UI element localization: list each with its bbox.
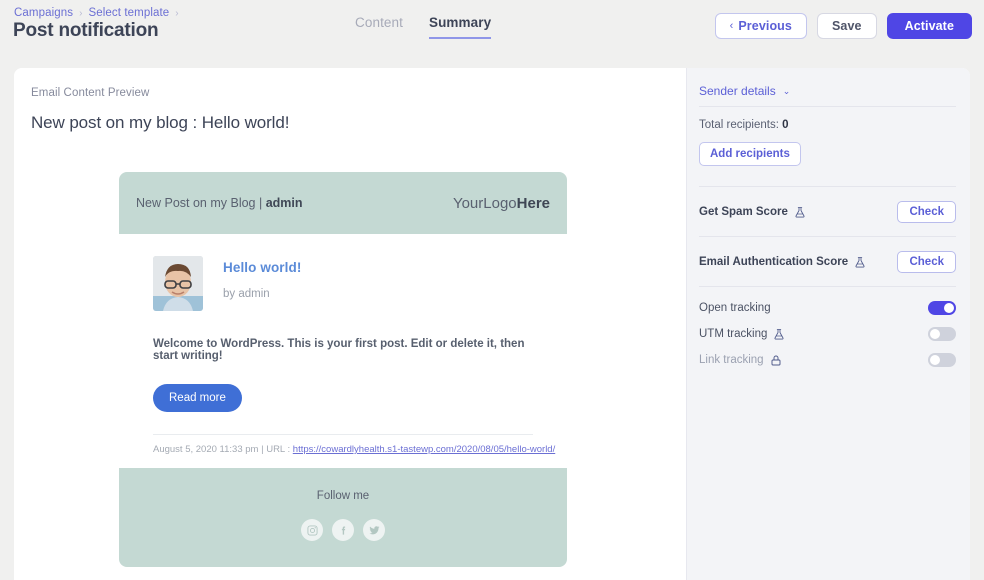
breadcrumb-separator-2: › [175, 7, 179, 19]
utm-tracking-row: UTM tracking [699, 321, 956, 347]
flask-icon [773, 328, 785, 341]
twitter-icon[interactable] [363, 519, 385, 541]
save-button[interactable]: Save [816, 13, 877, 39]
activate-button[interactable]: Activate [886, 13, 972, 39]
flask-icon [854, 256, 866, 269]
read-more-button[interactable]: Read more [153, 384, 242, 412]
total-recipients: Total recipients: 0 [699, 107, 956, 131]
link-tracking-row: Link tracking [699, 347, 956, 373]
spam-score-label: Get Spam Score [699, 206, 788, 218]
spam-score-row: Get Spam Score Check [699, 187, 956, 236]
post-author: by admin [223, 288, 270, 300]
total-recipients-value: 0 [782, 119, 789, 131]
post-footer-date: August 5, 2020 11:33 pm | URL : [153, 444, 293, 455]
page-title: Post notification [13, 20, 159, 41]
main-card: Email Content Preview New post on my blo… [14, 68, 970, 580]
post-excerpt: Welcome to WordPress. This is your first… [153, 338, 525, 362]
social-links [119, 519, 567, 541]
email-logo-bold: Here [516, 194, 550, 212]
breadcrumb-separator-1: › [79, 7, 83, 19]
post-footer-url[interactable]: https://cowardlyhealth.s1-tastewp.com/20… [293, 444, 555, 455]
email-header-band: New Post on my Blog | admin YourLogoHere [119, 172, 567, 234]
previous-button-label: Previous [738, 19, 792, 33]
total-recipients-label: Total recipients: [699, 119, 783, 131]
post-meta: Hello world! by admin [223, 256, 301, 300]
breadcrumb-campaigns[interactable]: Campaigns [14, 7, 73, 19]
lock-icon [770, 354, 782, 367]
email-preview-pane: Email Content Preview New post on my blo… [14, 68, 687, 580]
link-tracking-label-group: Link tracking [699, 354, 782, 367]
email-header-author: admin [265, 196, 303, 210]
avatar [153, 256, 203, 311]
settings-pane: Sender details ⌄ Total recipients: 0 Add… [687, 68, 970, 580]
chevron-down-icon: ⌄ [782, 85, 791, 96]
post-header: Hello world! by admin [136, 256, 550, 311]
email-logo-light: YourLogo [452, 194, 517, 212]
open-tracking-label-group: Open tracking [699, 302, 771, 314]
open-tracking-row: Open tracking [699, 295, 956, 321]
link-tracking-label: Link tracking [699, 354, 764, 366]
tab-summary[interactable]: Summary [428, 15, 492, 39]
tab-content[interactable]: Content [355, 15, 403, 37]
utm-tracking-label-group: UTM tracking [699, 328, 785, 341]
post-footer: August 5, 2020 11:33 pm | URL : https://… [136, 435, 555, 468]
tab-bar: Content Summary [355, 15, 492, 39]
email-auth-score-label-group: Email Authentication Score [699, 256, 866, 269]
instagram-icon[interactable] [301, 519, 323, 541]
sender-details-label: Sender details [699, 84, 776, 98]
email-header-title-text: New Post on my Blog | [136, 196, 266, 210]
link-tracking-toggle[interactable] [928, 353, 956, 367]
facebook-icon[interactable] [332, 519, 354, 541]
previous-button[interactable]: ‹ Previous [714, 13, 807, 39]
follow-me-label: Follow me [316, 490, 370, 502]
preview-label: Email Content Preview [31, 87, 150, 99]
utm-tracking-toggle[interactable] [928, 327, 956, 341]
email-logo: YourLogoHere [453, 195, 550, 212]
flask-icon [794, 206, 806, 219]
add-recipients-button[interactable]: Add recipients [699, 142, 801, 166]
email-header-title: New Post on my Blog | admin [136, 196, 303, 210]
breadcrumb-select-template[interactable]: Select template [89, 7, 170, 19]
open-tracking-toggle[interactable] [928, 301, 956, 315]
utm-tracking-label: UTM tracking [699, 328, 768, 340]
open-tracking-label: Open tracking [699, 302, 771, 314]
email-auth-score-label: Email Authentication Score [699, 256, 849, 268]
preview-subject: New post on my blog : Hello world! [31, 113, 290, 132]
spam-score-label-group: Get Spam Score [699, 206, 806, 219]
spam-score-check-button[interactable]: Check [897, 201, 956, 223]
email-auth-check-button[interactable]: Check [897, 251, 956, 273]
email-body: Hello world! by admin Welcome to WordPre… [119, 234, 567, 468]
email-auth-score-row: Email Authentication Score Check [699, 237, 956, 286]
email-mock: New Post on my Blog | admin YourLogoHere [119, 172, 567, 567]
post-title[interactable]: Hello world! [223, 260, 301, 275]
chevron-left-icon: ‹ [729, 20, 734, 32]
top-action-buttons: ‹ Previous Save Activate [714, 13, 972, 39]
top-bar: Campaigns › Select template › Post notif… [0, 0, 984, 58]
breadcrumb: Campaigns › Select template › [14, 7, 179, 19]
sender-details-toggle[interactable]: Sender details ⌄ [699, 80, 956, 106]
email-footer-band: Follow me [119, 468, 567, 567]
